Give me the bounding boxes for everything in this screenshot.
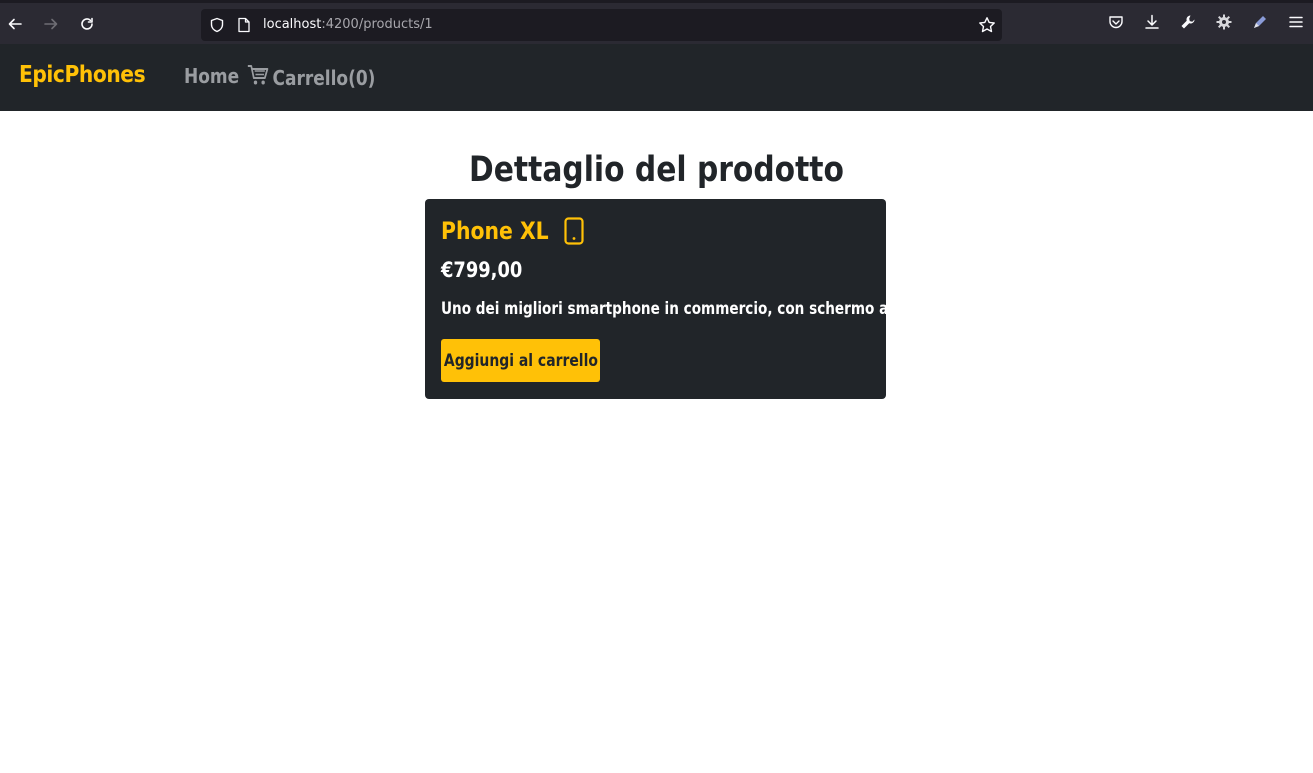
product-description: Uno dei migliori smartphone in commercio… (441, 299, 927, 319)
product-name: Phone XL (441, 217, 549, 245)
app-navbar: EpicPhones Home Carrello(0) (0, 44, 1313, 111)
bookmark-star-icon[interactable] (978, 16, 996, 39)
pocket-icon[interactable] (1108, 14, 1124, 35)
browser-toolbar: localhost:4200/products/1 (0, 0, 1313, 44)
nav-home-link[interactable]: Home (184, 64, 239, 88)
pen-icon[interactable] (1252, 14, 1268, 35)
back-icon[interactable] (0, 9, 30, 39)
add-to-cart-label: Aggiungi al carrello (443, 350, 598, 371)
forward-icon[interactable] (36, 9, 66, 39)
cart-label: Carrello(0) (272, 65, 376, 90)
shield-icon[interactable] (209, 17, 225, 38)
url-host: localhost (263, 17, 322, 32)
product-price: €799,00 (441, 258, 523, 282)
page-icon[interactable] (237, 17, 251, 38)
add-to-cart-button[interactable]: Aggiungi al carrello (441, 339, 600, 382)
cart-icon (247, 64, 269, 91)
url-text[interactable]: localhost:4200/products/1 (263, 17, 433, 32)
menu-icon[interactable] (1288, 14, 1304, 35)
extension-gear-icon[interactable] (1216, 14, 1232, 35)
brand-logo-link[interactable]: EpicPhones (19, 62, 146, 88)
url-path: :4200/products/1 (321, 17, 433, 32)
product-name-row: Phone XL (441, 217, 584, 245)
wrench-icon[interactable] (1180, 14, 1196, 35)
page-title: Dettaglio del prodotto (469, 150, 844, 190)
product-card: Phone XL €799,00 Uno dei migliori smartp… (425, 199, 926, 399)
reload-icon[interactable] (72, 9, 102, 39)
download-icon[interactable] (1144, 14, 1160, 35)
nav-cart-link[interactable]: Carrello(0) (247, 64, 375, 91)
phone-icon (564, 217, 584, 245)
url-bar[interactable]: localhost:4200/products/1 (201, 9, 1002, 41)
